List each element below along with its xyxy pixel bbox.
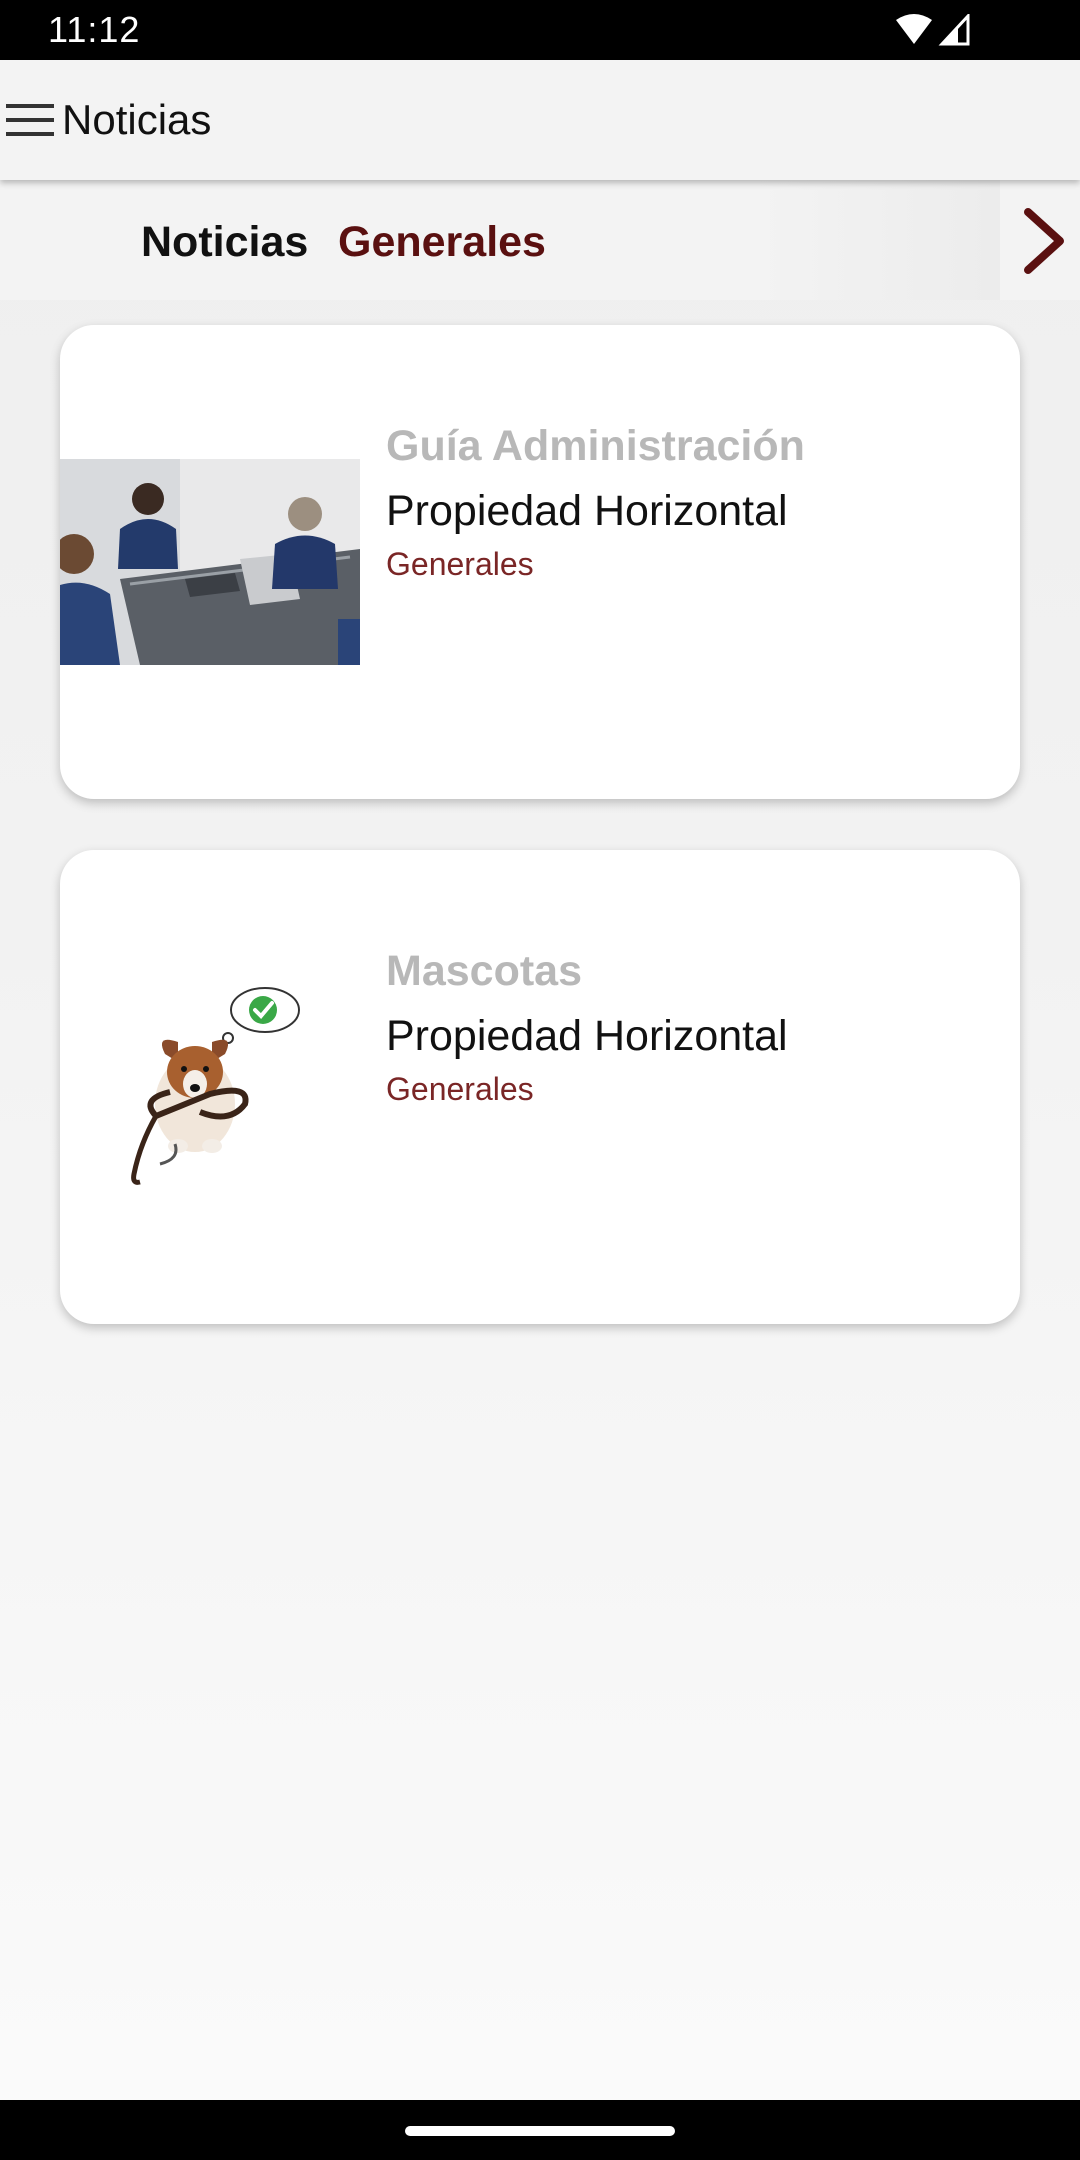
dog-with-leash-illustration [60, 984, 360, 1190]
tab-noticias[interactable]: Noticias [141, 214, 308, 270]
status-icons [896, 14, 976, 46]
tab-generales[interactable]: Generales [338, 214, 546, 270]
status-bar: 11:12 [0, 0, 1080, 60]
news-card-text: Guía Administración Propiedad Horizontal… [386, 418, 805, 586]
page-title: Noticias [62, 96, 212, 143]
news-category: Generales [386, 1071, 534, 1107]
wifi-icon [896, 14, 932, 44]
signal-icon [938, 14, 970, 46]
news-subtitle: Propiedad Horizontal [386, 1012, 788, 1060]
news-category: Generales [386, 546, 534, 582]
chevron-right-icon[interactable] [1020, 208, 1068, 274]
news-card[interactable]: Mascotas Propiedad Horizontal Generales [60, 850, 1020, 1324]
news-card[interactable]: Guía Administración Propiedad Horizontal… [60, 325, 1020, 799]
app-bar: Noticias [0, 60, 1080, 180]
tab-scroll-fade [760, 180, 1000, 300]
home-gesture-handle[interactable] [405, 2126, 675, 2136]
meeting-photo [60, 459, 360, 665]
news-title: Guía Administración [386, 422, 805, 470]
category-tabs: Noticias Generales [0, 180, 1080, 300]
news-subtitle: Propiedad Horizontal [386, 487, 788, 535]
status-time: 11:12 [48, 9, 141, 50]
news-title: Mascotas [386, 947, 582, 995]
news-card-text: Mascotas Propiedad Horizontal Generales [386, 943, 788, 1111]
system-navigation-bar [0, 2100, 1080, 2160]
menu-icon[interactable] [6, 102, 54, 138]
